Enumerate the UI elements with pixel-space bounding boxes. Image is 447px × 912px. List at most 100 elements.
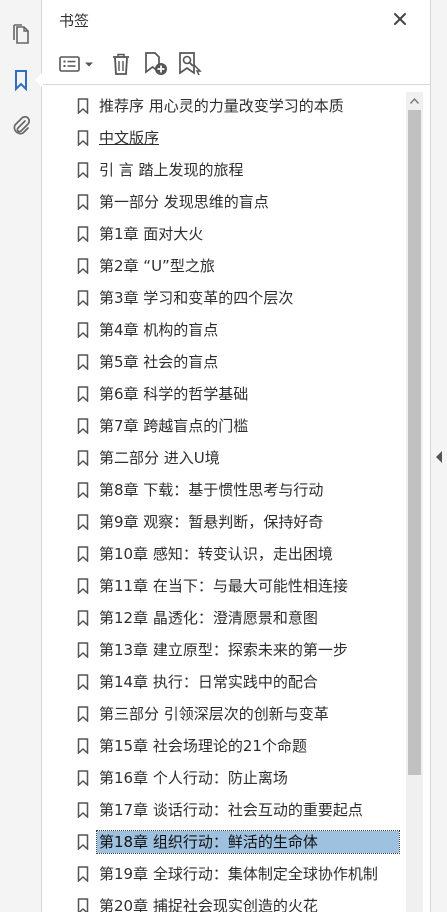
bookmark-label: 第14章 执行：日常实践中的配合 <box>99 673 318 691</box>
bookmark-item[interactable]: 第15章 社会场理论的21个命题 <box>43 732 405 760</box>
page-thumbnails-button[interactable] <box>7 20 35 48</box>
list-options-icon <box>59 56 93 72</box>
delete-bookmark-button[interactable] <box>109 50 133 78</box>
bookmark-icon <box>77 226 89 242</box>
bookmark-item[interactable]: 第19章 全球行动：集体制定全球协作机制 <box>43 860 405 888</box>
bookmark-icon <box>77 322 89 338</box>
bookmark-item[interactable]: 第9章 观察：暂悬判断，保持好奇 <box>43 508 405 536</box>
bookmark-icon <box>77 290 89 306</box>
panel-header: 书签 <box>43 0 430 40</box>
collapse-arrow-icon[interactable] <box>436 451 442 463</box>
chevron-up-icon <box>410 97 419 104</box>
bookmark-icon <box>77 770 89 786</box>
bookmark-label: 推荐序 用心灵的力量改变学习的本质 <box>99 97 344 115</box>
bookmark-icon <box>77 674 89 690</box>
bookmark-icon <box>15 70 27 91</box>
trash-icon <box>113 53 129 75</box>
pages-icon <box>13 24 29 44</box>
bookmark-label: 第10章 感知：转变认识，走出困境 <box>99 545 333 563</box>
collapse-panel-strip[interactable] <box>430 0 447 912</box>
bookmark-icon <box>77 898 89 912</box>
bookmark-label: 第4章 机构的盲点 <box>99 321 219 339</box>
bookmark-icon <box>77 834 89 850</box>
find-current-bookmark-button[interactable] <box>177 50 203 78</box>
bookmark-item[interactable]: 第三部分 引领深层次的创新与变革 <box>43 700 405 728</box>
bookmark-list: 推荐序 用心灵的力量改变学习的本质 中文版序引 言 踏上发现的旅程第一部分 发现思… <box>43 92 405 912</box>
bookmark-label: 第三部分 引领深层次的创新与变革 <box>99 705 329 723</box>
bookmark-item[interactable]: 第1章 面对大火 <box>43 220 405 248</box>
bookmarks-button[interactable] <box>7 66 35 94</box>
bookmark-item[interactable]: 引 言 踏上发现的旅程 <box>43 156 405 184</box>
bookmark-item-selected[interactable]: 第18章 组织行动：鲜活的生命体 <box>43 828 405 856</box>
bookmark-item[interactable]: 第7章 跨越盲点的门槛 <box>43 412 405 440</box>
bookmark-icon <box>77 514 89 530</box>
bookmark-label: 第20章 捕捉社会现实创造的火花 <box>99 897 318 912</box>
close-icon <box>394 13 406 25</box>
navigation-rail <box>0 0 43 912</box>
bookmark-icon <box>77 866 89 882</box>
bookmark-item[interactable]: 第10章 感知：转变认识，走出困境 <box>43 540 405 568</box>
bookmark-label: 第11章 在当下：与最大可能性相连接 <box>99 577 348 595</box>
bookmark-item[interactable]: 第3章 学习和变革的四个层次 <box>43 284 405 312</box>
bookmark-label: 第3章 学习和变革的四个层次 <box>99 289 294 307</box>
bookmark-icon <box>77 802 89 818</box>
scroll-up-button[interactable] <box>406 92 423 109</box>
bookmark-label: 第5章 社会的盲点 <box>99 353 219 371</box>
new-bookmark-icon <box>145 52 167 75</box>
bookmark-icon <box>77 546 89 562</box>
bookmark-icon <box>77 610 89 626</box>
bookmark-icon <box>77 642 89 658</box>
bookmark-label: 引 言 踏上发现的旅程 <box>99 161 244 179</box>
scrollbar-thumb[interactable] <box>408 110 421 775</box>
bookmarks-panel: 书签 推荐序 用心灵的力量改变学习的本质 中文版序 引 言 踏上发现的旅程 第一… <box>43 0 430 912</box>
bookmarks-toolbar <box>43 44 430 85</box>
bookmark-item[interactable]: 第14章 执行：日常实践中的配合 <box>43 668 405 696</box>
bookmark-item[interactable]: 第13章 建立原型：探索未来的第一步 <box>43 636 405 664</box>
close-panel-button[interactable] <box>390 9 410 29</box>
bookmark-item[interactable]: 第6章 科学的哲学基础 <box>43 380 405 408</box>
bookmark-item[interactable]: 第17章 谈话行动：社会互动的重要起点 <box>43 796 405 824</box>
options-dropdown-button[interactable] <box>57 50 97 78</box>
bookmark-icon <box>77 98 89 114</box>
bookmark-icon <box>77 162 89 178</box>
bookmark-item[interactable]: 第2章 “U”型之旅 <box>43 252 405 280</box>
bookmark-icon <box>77 386 89 402</box>
bookmark-item[interactable]: 推荐序 用心灵的力量改变学习的本质 <box>43 92 405 120</box>
bookmark-item[interactable]: 第16章 个人行动：防止离场 <box>43 764 405 792</box>
bookmark-icon <box>77 706 89 722</box>
bookmark-label: 第2章 “U”型之旅 <box>99 257 215 275</box>
bookmark-item[interactable]: 第8章 下载：基于惯性思考与行动 <box>43 476 405 504</box>
bookmark-label: 第6章 科学的哲学基础 <box>99 385 249 403</box>
bookmark-label: 第15章 社会场理论的21个命题 <box>99 737 307 755</box>
bookmark-icon <box>77 482 89 498</box>
bookmark-icon <box>77 258 89 274</box>
bookmark-label: 第13章 建立原型：探索未来的第一步 <box>99 641 348 659</box>
bookmark-icon <box>77 418 89 434</box>
new-bookmark-button[interactable] <box>143 50 169 78</box>
bookmark-icon <box>77 738 89 754</box>
bookmark-label: 第19章 全球行动：集体制定全球协作机制 <box>99 865 378 883</box>
bookmark-label: 第17章 谈话行动：社会互动的重要起点 <box>99 801 363 819</box>
bookmark-label: 中文版序 <box>99 129 160 147</box>
bookmark-icon <box>77 194 89 210</box>
panel-title: 书签 <box>59 12 90 30</box>
bookmark-item[interactable]: 第一部分 发现思维的盲点 <box>43 188 405 216</box>
bookmark-label: 第8章 下载：基于惯性思考与行动 <box>99 481 324 499</box>
bookmark-item[interactable]: 第20章 捕捉社会现实创造的火花 <box>43 892 405 912</box>
bookmark-label: 第一部分 发现思维的盲点 <box>99 193 269 211</box>
vertical-scrollbar[interactable] <box>406 92 423 912</box>
find-bookmark-icon <box>179 52 202 76</box>
bookmark-item[interactable]: 第12章 晶透化：澄清愿景和意图 <box>43 604 405 632</box>
bookmark-icon <box>77 130 89 146</box>
bookmark-icon <box>77 450 89 466</box>
bookmark-icon <box>77 354 89 370</box>
bookmark-label: 第二部分 进入U境 <box>99 449 220 467</box>
bookmark-item[interactable]: 第11章 在当下：与最大可能性相连接 <box>43 572 405 600</box>
bookmark-label: 第18章 组织行动：鲜活的生命体 <box>96 830 400 854</box>
bookmark-item[interactable]: 第5章 社会的盲点 <box>43 348 405 376</box>
bookmark-item[interactable]: 中文版序 <box>43 124 405 152</box>
attachments-button[interactable] <box>7 112 35 140</box>
bookmark-label: 第7章 跨越盲点的门槛 <box>99 417 249 435</box>
bookmark-item[interactable]: 第4章 机构的盲点 <box>43 316 405 344</box>
bookmark-item[interactable]: 第二部分 进入U境 <box>43 444 405 472</box>
